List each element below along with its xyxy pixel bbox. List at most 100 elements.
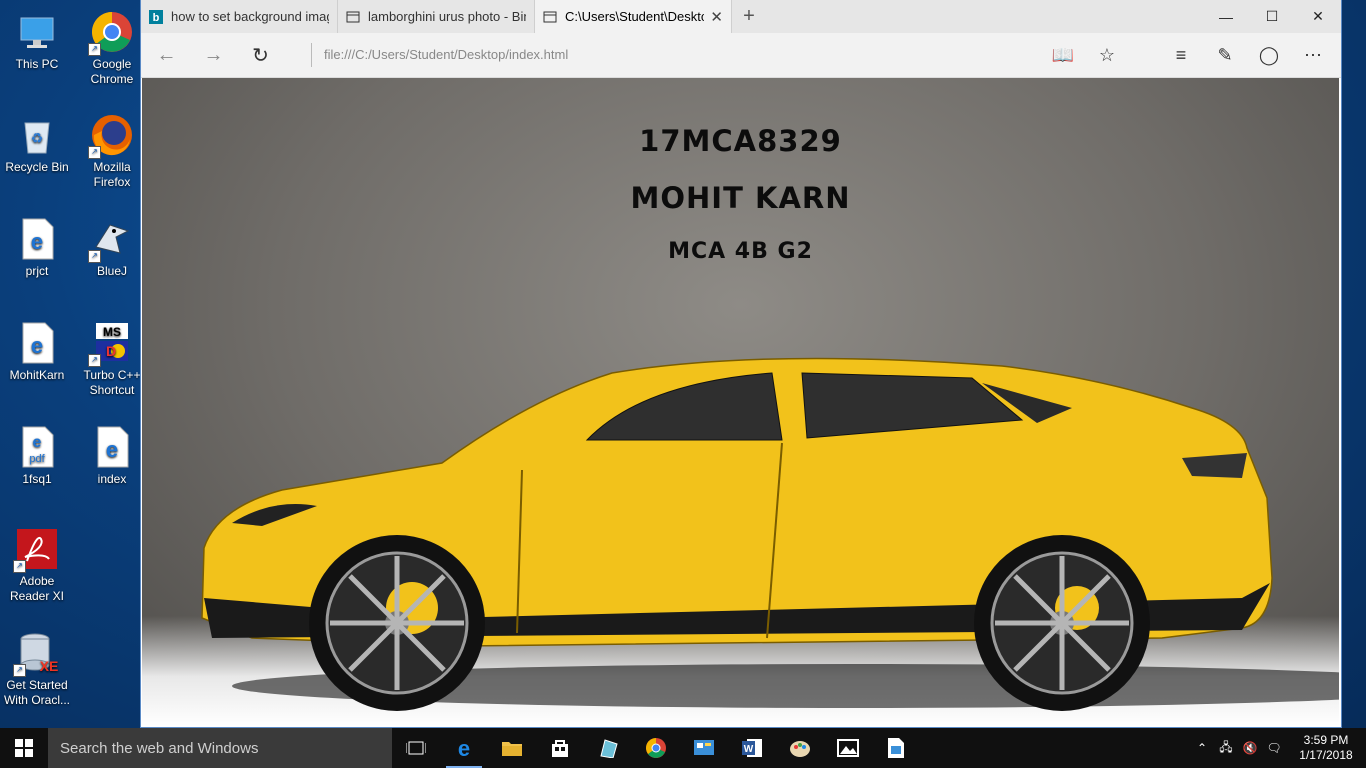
forward-button[interactable]: → <box>190 33 237 77</box>
desktop-icon-oracle[interactable]: XE ↗ Get Started With Oracl... <box>2 631 72 708</box>
page-content: 17MCA8329 MOHIT KARN MCA 4B G2 <box>142 78 1339 726</box>
new-tab-button[interactable]: + <box>732 0 766 33</box>
network-icon[interactable]: 🖧 <box>1214 738 1238 759</box>
firefox-icon: ↗ <box>88 113 134 159</box>
desktop-icon-label: 1fsq1 <box>22 472 52 486</box>
desktop-icon-adobe-reader[interactable]: ↗ Adobe Reader XI <box>2 527 72 604</box>
shortcut-arrow-icon: ↗ <box>88 43 101 56</box>
back-button[interactable]: ← <box>143 33 190 77</box>
svg-text:e: e <box>31 333 43 358</box>
svg-text:e: e <box>31 229 43 254</box>
desktop-icon-label: Recycle Bin <box>5 160 69 174</box>
bing-icon: b <box>149 9 163 24</box>
car-front-wheel <box>309 535 485 711</box>
favorite-star-icon[interactable]: ☆ <box>1085 33 1129 77</box>
desktop-icon-bluej[interactable]: ↗ BlueJ <box>77 217 147 279</box>
car-rear-wheel <box>974 535 1150 711</box>
paint-icon[interactable] <box>776 728 824 768</box>
tab-bing-search[interactable]: b how to set background imag <box>141 0 338 33</box>
desktop-icon-label: prjct <box>25 264 49 278</box>
close-tab-icon[interactable]: ✕ <box>710 8 723 26</box>
chrome-icon: ↗ <box>88 10 134 56</box>
svg-text:b: b <box>153 12 160 24</box>
desktop-icon-label: MohitKarn <box>9 368 65 382</box>
taskbar-search-box[interactable]: Search the web and Windows <box>48 728 392 768</box>
desktop-icon-google-chrome[interactable]: ↗ Google Chrome <box>77 10 147 87</box>
svg-text:D: D <box>106 343 116 359</box>
shortcut-arrow-icon: ↗ <box>88 250 101 263</box>
edge-html-file-icon: e <box>15 321 59 365</box>
image-viewer-icon[interactable] <box>872 728 920 768</box>
clock-date: 1/17/2018 <box>1299 748 1353 762</box>
edge-html-file-icon: e <box>15 217 59 261</box>
more-icon[interactable]: ⋯ <box>1291 33 1335 77</box>
navigation-bar: ← → ↻ file:///C:/Users/Student/Desktop/i… <box>141 33 1341 78</box>
tab-label: how to set background imag <box>171 9 329 24</box>
share-icon[interactable]: ◯ <box>1247 33 1291 77</box>
desktop-icon-label: This PC <box>15 57 59 71</box>
file-explorer-icon[interactable] <box>488 728 536 768</box>
windows-logo-icon <box>15 739 33 757</box>
web-note-icon[interactable]: ✎ <box>1203 33 1247 77</box>
start-button[interactable] <box>0 728 48 768</box>
tab-label: lamborghini urus photo - Bin <box>368 9 526 24</box>
edge-html-file-icon: e <box>90 425 134 469</box>
task-view-icon[interactable] <box>392 728 440 768</box>
edge-browser-window: b how to set background imag lamborghini… <box>141 0 1341 727</box>
edit-tool-icon[interactable] <box>584 728 632 768</box>
minimize-button[interactable]: — <box>1203 0 1249 33</box>
edge-pdf-file-icon: e pdf <box>15 425 59 469</box>
desktop-icon-recycle-bin[interactable]: ♻ Recycle Bin <box>2 113 72 175</box>
svg-text:e: e <box>458 737 470 759</box>
toolbar-divider <box>1129 33 1159 77</box>
database-icon: XE ↗ <box>13 631 59 677</box>
search-placeholder: Search the web and Windows <box>60 739 259 757</box>
recycle-bin-icon: ♻ <box>15 113 59 157</box>
desktop-icon-label: index <box>97 472 127 486</box>
adobe-reader-icon: ↗ <box>13 527 59 573</box>
edge-taskbar-icon[interactable]: e <box>440 728 488 768</box>
tab-local-index[interactable]: C:\Users\Student\Desktc ✕ <box>535 0 732 33</box>
chrome-taskbar-icon[interactable] <box>632 728 680 768</box>
show-hidden-icons-chevron-icon[interactable]: ⌃ <box>1190 741 1214 755</box>
volume-muted-icon[interactable]: 🔇 <box>1238 741 1262 755</box>
desktop-icon-label: Get Started With Oracl... <box>3 678 70 707</box>
window-controls: — ☐ ✕ <box>1203 0 1341 33</box>
page-icon <box>543 11 557 22</box>
toolbar-right: 📖 ☆ ≡ ✎ ◯ ⋯ <box>1041 33 1335 77</box>
desktop-icon-label: BlueJ <box>96 264 128 278</box>
desktop-icon-1fsq1[interactable]: e pdf 1fsq1 <box>2 425 72 487</box>
word-icon[interactable]: W <box>728 728 776 768</box>
desktop-icon-mohitkarn[interactable]: e MohitKarn <box>2 321 72 383</box>
svg-text:XE: XE <box>40 658 59 674</box>
shortcut-arrow-icon: ↗ <box>13 664 26 677</box>
svg-text:e: e <box>33 434 42 451</box>
desktop-icon-turbo-cpp[interactable]: MS D ↗ Turbo C++ Shortcut <box>77 321 147 398</box>
reading-view-icon[interactable]: 📖 <box>1041 33 1085 77</box>
refresh-button[interactable]: ↻ <box>237 33 284 77</box>
store-icon[interactable] <box>536 728 584 768</box>
svg-text:W: W <box>744 744 754 755</box>
ms-dos-icon: MS D ↗ <box>88 321 134 367</box>
desktop-icon-this-pc[interactable]: This PC <box>2 10 72 72</box>
desktop-icon-prjct[interactable]: e prjct <box>2 217 72 279</box>
photos-icon[interactable] <box>824 728 872 768</box>
maximize-button[interactable]: ☐ <box>1249 0 1295 33</box>
desktop-icon-mozilla-firefox[interactable]: ↗ Mozilla Firefox <box>77 113 147 190</box>
shortcut-arrow-icon: ↗ <box>88 146 101 159</box>
svg-text:MS: MS <box>103 325 121 339</box>
control-panel-icon[interactable] <box>680 728 728 768</box>
clock[interactable]: 3:59 PM 1/17/2018 <box>1286 733 1366 763</box>
desktop-icon-label: Adobe Reader XI <box>9 574 65 603</box>
desktop-icon-label: Google Chrome <box>90 57 134 86</box>
address-text: file:///C:/Users/Student/Desktop/index.h… <box>324 47 569 62</box>
tab-lamborghini-search[interactable]: lamborghini urus photo - Bin <box>338 0 535 33</box>
address-bar[interactable]: file:///C:/Users/Student/Desktop/index.h… <box>311 43 568 67</box>
desktop-icon-label: Mozilla Firefox <box>93 160 131 189</box>
action-center-icon[interactable]: 🗨 <box>1262 741 1286 755</box>
hub-icon[interactable]: ≡ <box>1159 33 1203 77</box>
desktop-icon-index[interactable]: e index <box>77 425 147 487</box>
close-window-button[interactable]: ✕ <box>1295 0 1341 33</box>
svg-text:pdf: pdf <box>29 453 45 465</box>
tab-label: C:\Users\Student\Desktc <box>565 9 705 24</box>
